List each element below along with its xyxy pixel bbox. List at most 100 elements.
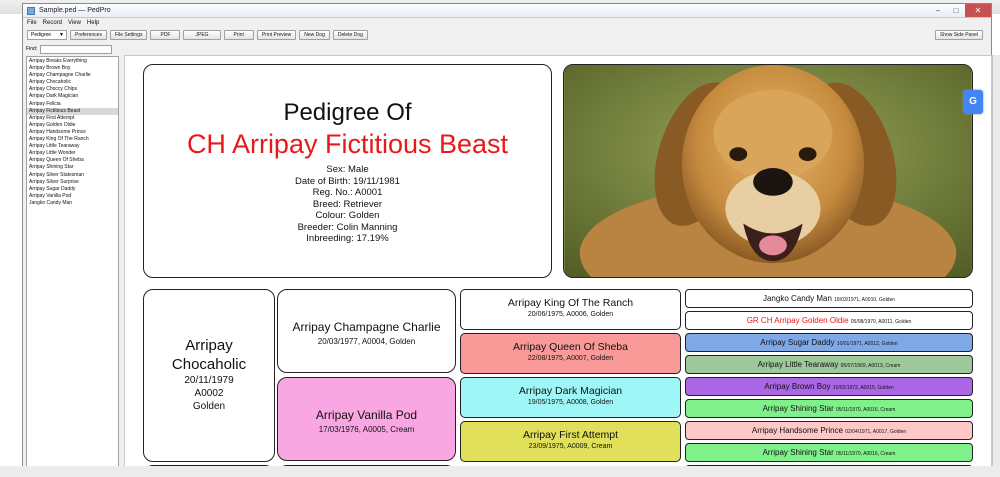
side-panel: Find: Arripay Breaks Everything Arripay B… [23,42,122,472]
dog-list-item[interactable]: Arripay Silver Surprise [27,179,118,186]
subject-reg: Reg. No.: A0001 [312,187,383,198]
gen3-card-1[interactable]: Arripay King Of The Ranch 20/06/1975, A0… [460,289,681,330]
subject-info: Sex: Male Date of Birth: 19/11/1981 Reg.… [144,164,551,245]
gen4-card-4[interactable]: Arripay Little Tearaway 05/07/1969, A001… [685,355,973,374]
show-side-panel-button[interactable]: Show Side Panel [934,30,983,40]
pdf-button[interactable]: PDF [150,30,181,40]
sire-dob: 20/11/1979 [184,375,234,386]
delete-dog-button[interactable]: Delete Dog [332,30,368,40]
dog-list-item[interactable]: Arripay Little Tearaway [27,143,118,150]
subject-breeder: Breeder: Colin Manning [297,221,398,233]
dog-list-item[interactable]: Arripay Choccy Chips [27,86,118,93]
file-settings-button[interactable]: File Settings [109,30,148,40]
gen4-details: 02/04/1971, A0017, Golden [845,429,907,435]
sire-colour: Golden [192,401,226,412]
gen3-card-2[interactable]: Arripay Queen Of Sheba 22/08/1975, A0007… [460,333,681,374]
sire-reg: A0002 [194,388,224,399]
menu-record[interactable]: Record [43,18,62,28]
pedigree-view: Pedigree Of CH Arripay Fictitious Beast … [124,55,992,473]
gen4-card-5[interactable]: Arripay Brown Boy 10/02/1972, A0015, Gol… [685,377,973,396]
title-bar: Sample.ped — PedPro – □ ✕ [23,4,991,18]
gen4-details: 05/08/1970, A0011, Golden [850,319,912,325]
view-select[interactable]: Pedigree ▼ [27,30,67,40]
gen3-card-3[interactable]: Arripay Dark Magician 19/05/1975, A0008,… [460,377,681,418]
maximize-icon[interactable]: □ [947,4,965,17]
window-controls: – □ ✕ [929,4,991,17]
toolbar: Pedigree ▼ Preferences File Settings PDF… [23,28,991,42]
find-label: Find: [26,46,38,52]
dog-list-item[interactable]: Arripay Sugar Daddy [27,186,118,193]
dog-list-item[interactable]: Arripay Vanilla Pod [27,193,118,200]
gen4-name: Arripay Shining Star [762,448,834,457]
gen4-details: 05/07/1969, A0013, Cream [840,363,901,369]
print-preview-button[interactable]: Print Preview [256,30,297,40]
gen3-details: 19/05/1975, A0008, Golden [527,399,614,406]
gen2-details: 20/03/1977, A0004, Golden [317,337,416,346]
sire-card[interactable]: Arripay Chocaholic 20/11/1979 A0002 Gold… [143,289,275,462]
print-button[interactable]: Print [223,30,254,40]
gen3-name: Arripay First Attempt [522,429,619,441]
gen4-card-3[interactable]: Arripay Sugar Daddy 10/01/1971, A0012, G… [685,333,973,352]
dropdown-arrow-icon: ▼ [59,32,64,38]
dog-list-item[interactable]: Arripay Champagne Charlie [27,72,118,79]
subject-sex: Sex: Male [326,164,369,175]
dog-list[interactable]: Arripay Breaks Everything Arripay Brown B… [26,56,119,470]
dog-list-item[interactable]: Arripay Queen Of Sheba [27,157,118,164]
view-select-value: Pedigree [31,32,52,38]
minimize-icon[interactable]: – [929,4,947,17]
find-input[interactable] [40,44,113,54]
gen4-details: 18/03/1971, A0010, Golden [834,297,896,303]
menu-file[interactable]: File [27,18,37,28]
gen4-card-7[interactable]: Arripay Handsome Prince 02/04/1971, A001… [685,421,973,440]
gen4-card-1[interactable]: Jangko Candy Man 18/03/1971, A0010, Gold… [685,289,973,308]
dog-list-item[interactable]: Arripay Brown Boy [27,65,118,72]
dog-list-item[interactable]: Arripay Chocaholic [27,79,118,86]
dog-list-item[interactable]: Arripay King Of The Ranch [27,136,118,143]
gen4-card-6[interactable]: Arripay Shining Star 05/11/1970, A0016, … [685,399,973,418]
menu-view[interactable]: View [68,18,81,28]
menu-bar: File Record View Help [23,18,991,28]
gen4-card-2[interactable]: GR CH Arripay Golden Oldie 05/08/1970, A… [685,311,973,330]
dog-list-item[interactable]: Arripay Silver Statesman [27,172,118,179]
dog-list-item[interactable]: Jangko Candy Man [27,200,118,207]
gen4-details: 10/01/1971, A0012, Golden [836,341,898,347]
gen4-card-8[interactable]: Arripay Shining Star 05/11/1970, A0016, … [685,443,973,462]
sire-details: 20/11/1979 A0002 Golden [144,374,274,413]
jpeg-button[interactable]: JPEG [183,30,221,40]
bottom-edge [0,466,1000,477]
close-icon[interactable]: ✕ [965,4,991,17]
subject-name: CH Arripay Fictitious Beast [186,129,509,159]
gen4-details: 05/11/1970, A0016, Cream [835,407,896,413]
app-window: Sample.ped — PedPro – □ ✕ File Record Vi… [22,3,1000,473]
menu-help[interactable]: Help [87,18,99,28]
gen2-name: Arripay Champagne Charlie [292,320,441,334]
dog-list-item[interactable]: Arripay Handsome Prince [27,129,118,136]
dog-list-item[interactable]: Arripay Little Wonder [27,150,118,157]
sire-name: Arripay Chocaholic [144,336,274,374]
dog-photo [563,64,973,278]
gen4-name: Arripay Shining Star [762,404,834,413]
new-dog-button[interactable]: New Dog [299,30,330,40]
gen3-details: 20/06/1975, A0006, Golden [527,311,614,318]
translate-icon[interactable]: G [963,90,983,114]
dog-list-item[interactable]: Arripay First Attempt [27,115,118,122]
vertical-scrollbar[interactable] [992,55,1000,473]
gen4-name: Arripay Sugar Daddy [760,338,835,347]
dog-list-item[interactable]: Arripay Golden Oldie [27,122,118,129]
dog-list-item[interactable]: Arripay Dark Magician [27,93,118,100]
preferences-button[interactable]: Preferences [70,30,107,40]
gen3-name: Arripay Dark Magician [518,385,623,397]
gen3-card-4[interactable]: Arripay First Attempt 23/09/1975, A0009,… [460,421,681,462]
sire-sire-card[interactable]: Arripay Champagne Charlie 20/03/1977, A0… [277,289,456,373]
gen3-name: Arripay Queen Of Sheba [513,341,628,353]
pedigree-heading: Pedigree Of [283,99,412,126]
subject-dob: Date of Birth: 19/11/1981 [295,175,400,187]
sire-dam-card[interactable]: Arripay Vanilla Pod 17/03/1976, A0005, C… [277,377,456,461]
gen4-name: Jangko Candy Man [762,294,832,303]
dog-photo-image [564,65,972,277]
dog-list-item[interactable]: Arripay Breaks Everything [27,58,118,65]
gen4-name: Arripay Handsome Prince [751,426,844,435]
dog-list-item[interactable]: Arripay Fictitious Beast [27,107,118,115]
dog-list-item[interactable]: Arripay Shining Star [27,164,118,171]
dog-list-item[interactable]: Arripay Felicia [27,101,118,108]
